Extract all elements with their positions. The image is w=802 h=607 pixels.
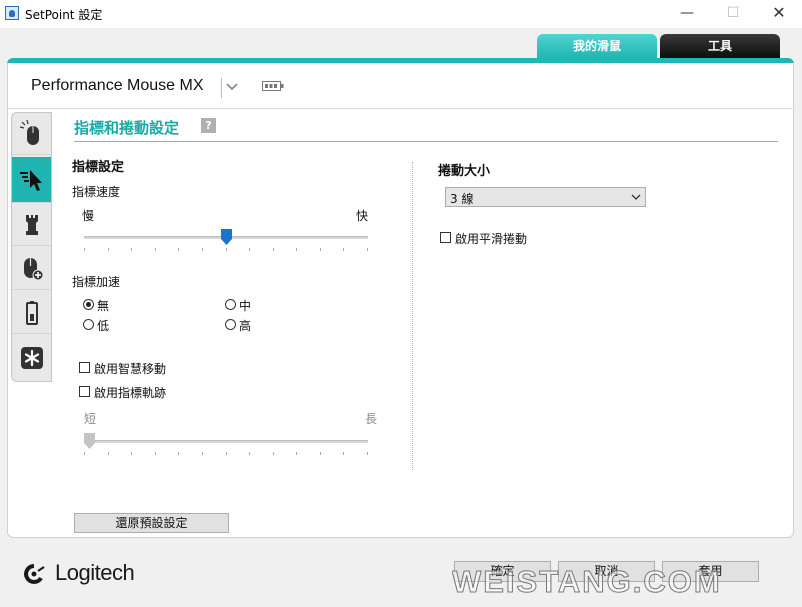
pointer-speed-label: 指標速度 — [72, 185, 121, 199]
trails-max-label: 長 — [365, 412, 378, 426]
slider-tick — [155, 248, 156, 251]
slider-tick — [367, 248, 368, 251]
nav-device-settings[interactable] — [12, 248, 51, 290]
close-button[interactable]: ✕ — [756, 0, 802, 28]
smooth-scroll-checkbox[interactable] — [440, 232, 451, 243]
slider-tick — [273, 452, 274, 455]
tab-my-mouse[interactable]: 我的滑鼠 — [537, 34, 657, 59]
chess-rook-icon — [25, 214, 38, 235]
accel-high-radio[interactable] — [225, 319, 236, 330]
smart-move-checkbox[interactable] — [79, 362, 90, 373]
chevron-down-icon — [631, 194, 641, 200]
accel-none-radio[interactable] — [83, 299, 94, 310]
reset-defaults-button[interactable]: 還原預設設定 — [74, 513, 229, 533]
slider-tick — [343, 452, 344, 455]
slider-tick — [131, 248, 132, 251]
battery-icon — [262, 81, 284, 91]
slider-tick — [178, 248, 179, 251]
scroll-size-value: 3 線 — [450, 192, 474, 206]
tab-tools[interactable]: 工具 — [660, 34, 780, 59]
trails-slider-thumb[interactable] — [84, 433, 95, 449]
slider-tick — [131, 452, 132, 455]
device-selector-divider — [221, 78, 222, 98]
pointer-icon — [19, 169, 42, 191]
slider-tick — [155, 452, 156, 455]
battery-status-icon — [25, 300, 38, 325]
help-icon[interactable]: ? — [201, 118, 216, 133]
minimize-button[interactable]: — — [664, 0, 710, 28]
scroll-size-dropdown[interactable] — [445, 187, 646, 207]
section-title: 指標和捲動設定 — [74, 119, 180, 137]
scroll-size-heading: 捲動大小 — [438, 164, 491, 179]
slider-tick — [296, 248, 297, 251]
nav-advanced[interactable] — [12, 337, 51, 379]
chevron-down-icon[interactable] — [225, 79, 239, 93]
speed-min-label: 慢 — [82, 209, 95, 223]
slider-tick — [249, 452, 250, 455]
maximize-button[interactable]: ☐ — [710, 0, 756, 28]
pointer-trails-slider[interactable] — [84, 432, 368, 458]
slider-tick — [178, 452, 179, 455]
accel-low-label: 低 — [97, 319, 110, 333]
slider-tick — [343, 248, 344, 251]
slider-tick — [273, 248, 274, 251]
slider-tick — [84, 452, 85, 455]
smart-move-label: 啟用智慧移動 — [94, 362, 167, 376]
asterisk-icon — [20, 347, 43, 369]
pointer-speed-slider[interactable] — [84, 228, 368, 254]
logitech-logo-icon — [24, 564, 45, 584]
accel-none-label: 無 — [97, 299, 110, 313]
slider-tick — [226, 452, 227, 455]
slider-tick — [108, 452, 109, 455]
column-divider — [412, 162, 413, 470]
window-title: SetPoint 設定 — [25, 8, 103, 22]
accel-low-radio[interactable] — [83, 319, 94, 330]
slider-tick — [84, 248, 85, 251]
slider-tick — [367, 452, 368, 455]
slider-tick — [249, 248, 250, 251]
mouse-click-icon — [19, 119, 39, 145]
accel-high-label: 高 — [239, 319, 252, 333]
slider-tick — [226, 248, 227, 251]
slider-tick — [202, 248, 203, 251]
speed-slider-thumb[interactable] — [221, 229, 232, 245]
trails-min-label: 短 — [84, 412, 97, 426]
pointer-acceleration-label: 指標加速 — [72, 275, 121, 289]
smooth-scroll-label: 啟用平滑捲動 — [455, 232, 528, 246]
trails-slider-track — [84, 440, 368, 443]
pointer-trails-label: 啟用指標軌跡 — [94, 386, 167, 400]
mouse-plus-icon — [23, 257, 43, 280]
slider-tick — [296, 452, 297, 455]
section-divider — [74, 141, 778, 142]
slider-tick — [202, 452, 203, 455]
svg-text:WEISTANG.COM: WEISTANG.COM — [452, 564, 722, 599]
nav-mouse-buttons[interactable] — [12, 113, 51, 155]
setpoint-app-icon — [5, 6, 19, 20]
accel-medium-label: 中 — [239, 299, 252, 313]
logitech-logo-text: Logitech — [55, 560, 135, 585]
nav-game[interactable] — [12, 204, 51, 246]
accel-medium-radio[interactable] — [225, 299, 236, 310]
nav-battery[interactable] — [12, 292, 51, 334]
watermark-logo: WEISTANG.COM — [452, 564, 722, 600]
slider-tick — [320, 452, 321, 455]
slider-tick — [320, 248, 321, 251]
speed-max-label: 快 — [356, 209, 369, 223]
device-selector[interactable]: Performance Mouse MX — [31, 77, 204, 95]
pointer-settings-heading: 指標設定 — [72, 160, 125, 175]
nav-pointer-scroll[interactable] — [12, 157, 51, 203]
pointer-trails-checkbox[interactable] — [79, 386, 90, 397]
slider-tick — [108, 248, 109, 251]
header-separator — [8, 108, 794, 109]
